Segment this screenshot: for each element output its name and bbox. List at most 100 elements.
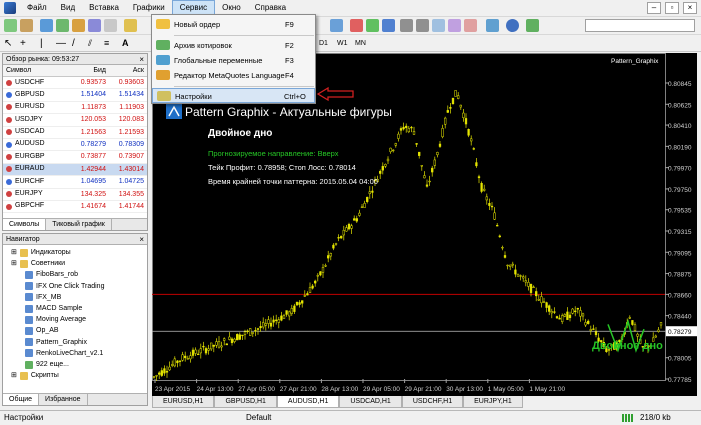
tile-windows-icon[interactable] <box>432 19 445 32</box>
chart-window[interactable]: 0.80845 0.80625 0.80410 0.80190 0.79970 0.797… <box>152 53 697 396</box>
close-icon[interactable]: × <box>139 54 144 65</box>
time-label: 29 Apr 05:00 <box>363 386 400 393</box>
symbol-name: USDJPY <box>15 115 43 123</box>
indicators-icon[interactable] <box>486 19 499 32</box>
menu-file[interactable]: Файл <box>20 0 54 16</box>
navigator-item[interactable]: MACD Sample <box>25 303 82 314</box>
symbol-cell: EURJPY <box>3 189 69 200</box>
expert-icon <box>25 349 33 358</box>
navigator-item[interactable]: ⊞ Советники <box>11 258 65 269</box>
tab-tick-chart[interactable]: Тиковый график <box>46 219 112 230</box>
crosshair-icon[interactable]: + <box>20 37 33 50</box>
autotrading-icon[interactable] <box>330 19 343 32</box>
pattern-time-text: Время крайней точки паттерна: 2015.05.04… <box>208 177 378 186</box>
menu-global-variables[interactable]: Глобальные переменные F3 <box>152 53 315 68</box>
tab-favorites[interactable]: Избранное <box>39 394 88 405</box>
price-chart[interactable]: 0.80845 0.80625 0.80410 0.80190 0.79970 0.797… <box>152 53 697 396</box>
menu-history-center[interactable]: Архив котировок F2 <box>152 38 315 53</box>
table-row[interactable]: GBPUSD 1.51404 1.51434 <box>3 89 147 102</box>
navigator-item[interactable]: 922 еще... <box>25 359 69 370</box>
tab-symbols[interactable]: Символы <box>3 219 47 230</box>
trendline-icon[interactable]: / <box>72 37 85 50</box>
candle-body <box>540 296 543 304</box>
text-icon[interactable]: A <box>122 37 135 50</box>
column-bid[interactable]: Бид <box>69 65 109 76</box>
menu-new-order[interactable]: Новый ордер F9 <box>152 17 315 32</box>
cursor-icon[interactable]: ↖ <box>4 37 17 50</box>
expert-icon <box>25 304 33 313</box>
terminal-icon[interactable] <box>88 19 101 32</box>
navigator-item[interactable]: Op_AB <box>25 325 59 336</box>
menu-options-shortcut: Ctrl+O <box>284 92 306 101</box>
timeframe-mn[interactable]: MN <box>352 38 369 50</box>
bar-chart-icon[interactable] <box>350 19 363 32</box>
chart-tab[interactable]: USDCHF,H1 <box>401 396 464 408</box>
vertical-line-icon[interactable]: | <box>40 37 53 50</box>
chart-tab[interactable]: EURJPY,H1 <box>463 396 523 408</box>
table-row[interactable]: USDCAD 1.21563 1.21593 <box>3 127 147 139</box>
expand-icon[interactable]: ⊞ <box>11 247 17 258</box>
chart-shift-icon[interactable] <box>464 19 477 32</box>
column-symbol[interactable]: Символ <box>3 65 69 76</box>
navigator-item[interactable]: FiboBars_rob <box>25 269 78 280</box>
navigator-icon[interactable] <box>72 19 85 32</box>
folder-icon <box>19 248 28 257</box>
expert-icon <box>25 270 33 279</box>
chart-tab[interactable]: GBPUSD,H1 <box>214 396 277 408</box>
table-row[interactable]: EURUSD 1.11873 1.11903 <box>3 102 147 115</box>
menu-options[interactable]: Настройки Ctrl+O <box>152 88 315 103</box>
timeframe-d1[interactable]: D1 <box>316 38 331 50</box>
new-order-toolbar-icon[interactable] <box>124 19 137 32</box>
candle-body <box>574 310 577 312</box>
chart-tab[interactable]: AUDUSD,H1 <box>276 396 340 408</box>
close-icon[interactable]: × <box>683 2 697 14</box>
table-row[interactable]: EURGBP 0.73877 0.73907 <box>3 151 147 164</box>
restore-icon[interactable]: ▫ <box>665 2 679 14</box>
navigator-item[interactable]: RenkoLiveChart_v2.1 <box>25 348 103 359</box>
fibonacci-icon[interactable]: ≡ <box>104 37 117 50</box>
expand-icon[interactable]: ⊞ <box>11 370 17 381</box>
candle-body <box>389 147 392 152</box>
candle-body <box>449 107 452 109</box>
strategy-tester-icon[interactable] <box>104 19 117 32</box>
candle-body <box>184 355 187 359</box>
zoom-in-icon[interactable] <box>400 19 413 32</box>
table-row[interactable]: EURAUD 1.42944 1.43014 <box>3 163 147 177</box>
minimize-icon[interactable]: – <box>647 2 661 14</box>
periods-icon[interactable] <box>506 19 519 32</box>
channel-icon[interactable]: ⫽ <box>88 37 101 50</box>
navigator-item[interactable]: ⊞ Скрипты <box>11 370 59 381</box>
table-row[interactable]: GBPCHF 1.41674 1.41744 <box>3 201 147 214</box>
navigator-item[interactable]: ⊞ Индикаторы <box>11 247 71 258</box>
zoom-out-icon[interactable] <box>416 19 429 32</box>
templates-icon[interactable] <box>526 19 539 32</box>
navigator-item[interactable]: IFX One Click Trading <box>25 281 104 292</box>
menu-view[interactable]: Вид <box>54 0 82 16</box>
navigator-item[interactable]: Moving Average <box>25 314 86 325</box>
market-watch-icon[interactable] <box>40 19 53 32</box>
menu-insert[interactable]: Вставка <box>82 0 126 16</box>
table-row[interactable]: USDJPY 120.053 120.083 <box>3 114 147 127</box>
timeframe-w1[interactable]: W1 <box>334 38 351 50</box>
profiles-icon[interactable] <box>20 19 33 32</box>
search-input[interactable] <box>585 19 695 32</box>
candlestick-icon[interactable] <box>366 19 379 32</box>
horizontal-line-icon[interactable]: — <box>56 37 69 50</box>
chart-tab[interactable]: EURUSD,H1 <box>152 396 215 408</box>
table-row[interactable]: USDCHF 0.93573 0.93603 <box>3 77 147 90</box>
data-window-icon[interactable] <box>56 19 69 32</box>
new-chart-icon[interactable] <box>4 19 17 32</box>
close-icon[interactable]: × <box>139 234 144 245</box>
chart-tab[interactable]: USDCAD,H1 <box>339 396 402 408</box>
navigator-item[interactable]: IFX_MB <box>25 292 61 303</box>
menu-metaeditor[interactable]: Редактор MetaQuotes Language F4 <box>152 68 315 83</box>
table-row[interactable]: EURCHF 1.04695 1.04725 <box>3 176 147 189</box>
expand-icon[interactable]: ⊞ <box>11 258 17 269</box>
line-chart-icon[interactable] <box>382 19 395 32</box>
table-row[interactable]: AUDUSD 0.78279 0.78309 <box>3 139 147 152</box>
table-row[interactable]: EURJPY 134.325 134.355 <box>3 189 147 201</box>
tab-common[interactable]: Общие <box>3 394 40 405</box>
column-ask[interactable]: Аск <box>109 65 147 76</box>
navigator-item[interactable]: Pattern_Graphix <box>25 337 87 348</box>
autoscroll-icon[interactable] <box>448 19 461 32</box>
